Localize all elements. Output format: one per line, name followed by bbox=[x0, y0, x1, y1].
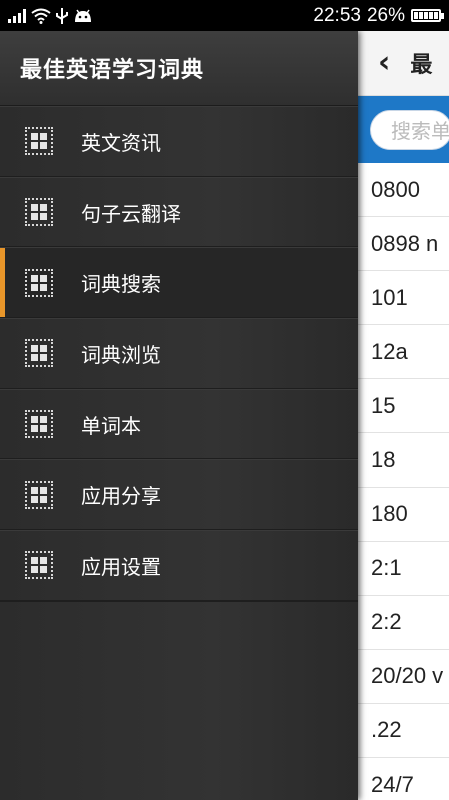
list-item[interactable]: 18 bbox=[358, 433, 449, 488]
list-item[interactable]: 2:1 bbox=[358, 542, 449, 596]
list-item[interactable]: 101 bbox=[358, 271, 449, 326]
grid-icon bbox=[25, 480, 53, 509]
list-item[interactable]: 0898 n bbox=[358, 217, 449, 272]
drawer-header: 最佳英语学习词典 bbox=[0, 31, 358, 106]
clock: 22:53 bbox=[313, 4, 361, 26]
menu-item-label: 应用设置 bbox=[81, 554, 161, 579]
menu-item-sentence-translate[interactable]: 句子云翻译 bbox=[0, 176, 358, 248]
grid-icon bbox=[25, 551, 53, 580]
app-title: 最佳英语学习词典 bbox=[20, 58, 205, 83]
menu-item-dictionary-browse[interactable]: 词典浏览 bbox=[0, 318, 358, 389]
status-icons-left bbox=[8, 7, 93, 24]
list-item[interactable]: 20/20 v bbox=[358, 650, 449, 704]
signal-icon bbox=[8, 8, 26, 23]
grid-icon bbox=[25, 339, 53, 368]
menu-item-wordbook[interactable]: 单词本 bbox=[0, 388, 358, 460]
menu-item-share-app[interactable]: 应用分享 bbox=[0, 459, 358, 531]
list-item[interactable]: 12a bbox=[358, 325, 449, 380]
back-arrow-icon[interactable]: ‹ bbox=[378, 48, 390, 78]
grid-icon bbox=[25, 127, 53, 156]
wifi-icon bbox=[31, 8, 51, 24]
main-page: ‹ 最 搜索单 0800 0898 n 101 12a 15 18 180 2:… bbox=[358, 31, 449, 800]
list-item[interactable]: 15 bbox=[358, 379, 449, 434]
main-header: ‹ 最 bbox=[358, 31, 449, 96]
menu-item-label: 句子云翻译 bbox=[81, 201, 181, 226]
search-placeholder: 搜索单 bbox=[391, 119, 449, 143]
grid-icon bbox=[25, 268, 53, 297]
list-item[interactable]: 24/7 bbox=[358, 758, 449, 800]
word-list: 0800 0898 n 101 12a 15 18 180 2:1 2:2 20… bbox=[358, 163, 449, 800]
battery-icon bbox=[411, 9, 444, 22]
usb-icon bbox=[56, 7, 68, 24]
menu-item-news[interactable]: 英文资讯 bbox=[0, 106, 358, 177]
grid-icon bbox=[25, 410, 53, 439]
battery-percent: 26% bbox=[366, 4, 405, 26]
menu-item-label: 词典浏览 bbox=[81, 342, 161, 367]
list-item[interactable]: 180 bbox=[358, 488, 449, 542]
navigation-drawer: 最佳英语学习词典 英文资讯 句子云翻译 词典搜索 词典浏览 单词本 应用分享 应… bbox=[0, 31, 358, 800]
menu-item-label: 词典搜索 bbox=[81, 272, 161, 297]
menu-item-label: 英文资讯 bbox=[81, 130, 161, 155]
menu-item-app-settings[interactable]: 应用设置 bbox=[0, 530, 358, 601]
menu-item-label: 单词本 bbox=[81, 413, 141, 438]
list-item[interactable]: 0800 bbox=[358, 163, 449, 218]
drawer-menu: 英文资讯 句子云翻译 词典搜索 词典浏览 单词本 应用分享 应用设置 bbox=[0, 106, 358, 601]
drawer-empty-area bbox=[0, 600, 358, 602]
status-bar: 22:53 26% bbox=[0, 0, 449, 31]
menu-item-label: 应用分享 bbox=[81, 484, 161, 509]
search-input[interactable]: 搜索单 bbox=[370, 109, 449, 150]
android-icon bbox=[75, 9, 91, 22]
list-item[interactable]: 2:2 bbox=[358, 596, 449, 650]
menu-item-dictionary-search[interactable]: 词典搜索 bbox=[0, 247, 358, 319]
status-info-right: 22:53 26% bbox=[313, 4, 444, 27]
grid-icon bbox=[25, 198, 53, 227]
main-title: 最 bbox=[410, 53, 433, 78]
list-item[interactable]: .22 bbox=[358, 704, 449, 759]
search-bar: 搜索单 bbox=[358, 96, 449, 163]
